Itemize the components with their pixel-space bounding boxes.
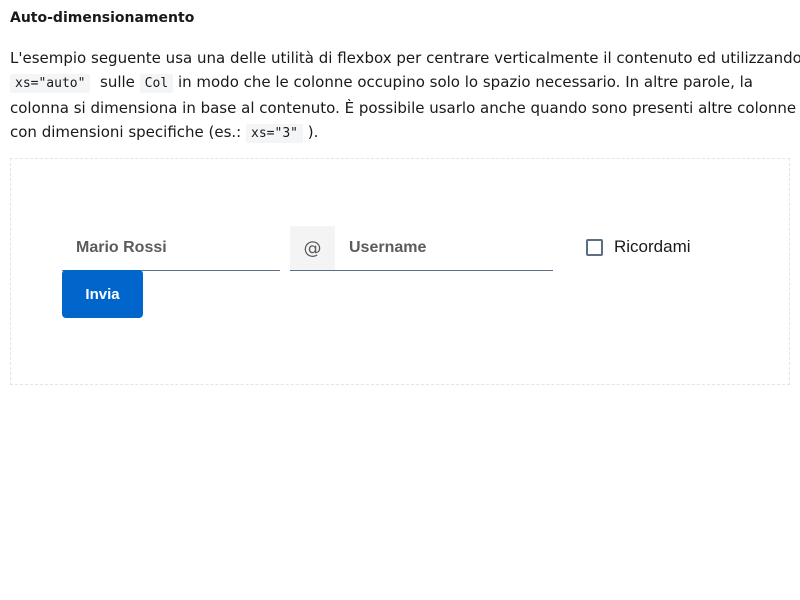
description-line-2: xs="auto" sulle Col in modo che le colon… [10,70,790,96]
remember-me-checkbox[interactable]: Ricordami [586,237,691,257]
name-field [62,226,280,271]
description-text: con dimensioni specifiche (es.: [10,123,242,141]
username-field: @ [290,226,553,271]
description-line-3: colonna si dimensiona in base al contenu… [10,99,797,117]
description-paragraph: L'esempio seguente usa una delle utilità… [10,46,800,146]
at-sign-prepend: @ [290,226,335,270]
checkbox-label: Ricordami [614,237,691,256]
username-input[interactable] [335,226,553,270]
name-input[interactable] [62,226,280,270]
code-snippet-col: Col [139,74,174,93]
submit-button[interactable]: Invia [62,270,143,318]
section-title: Auto-dimensionamento [10,10,195,26]
description-line-4: con dimensioni specifiche (es.: xs="3" )… [10,120,790,146]
description-text: sulle [100,73,135,91]
checkbox-square-icon[interactable] [586,238,603,256]
code-snippet-xs-3: xs="3" [246,124,303,143]
description-text: in modo che le colonne occupino solo lo … [177,73,753,91]
page: Auto-dimensionamento L'esempio seguente … [0,0,800,600]
description-line-1: L'esempio seguente usa una delle utilità… [10,49,800,67]
description-text: ). [307,123,319,141]
example-container: @ Ricordami Invia [10,158,790,385]
code-snippet-xs-auto: xs="auto" [10,74,91,93]
